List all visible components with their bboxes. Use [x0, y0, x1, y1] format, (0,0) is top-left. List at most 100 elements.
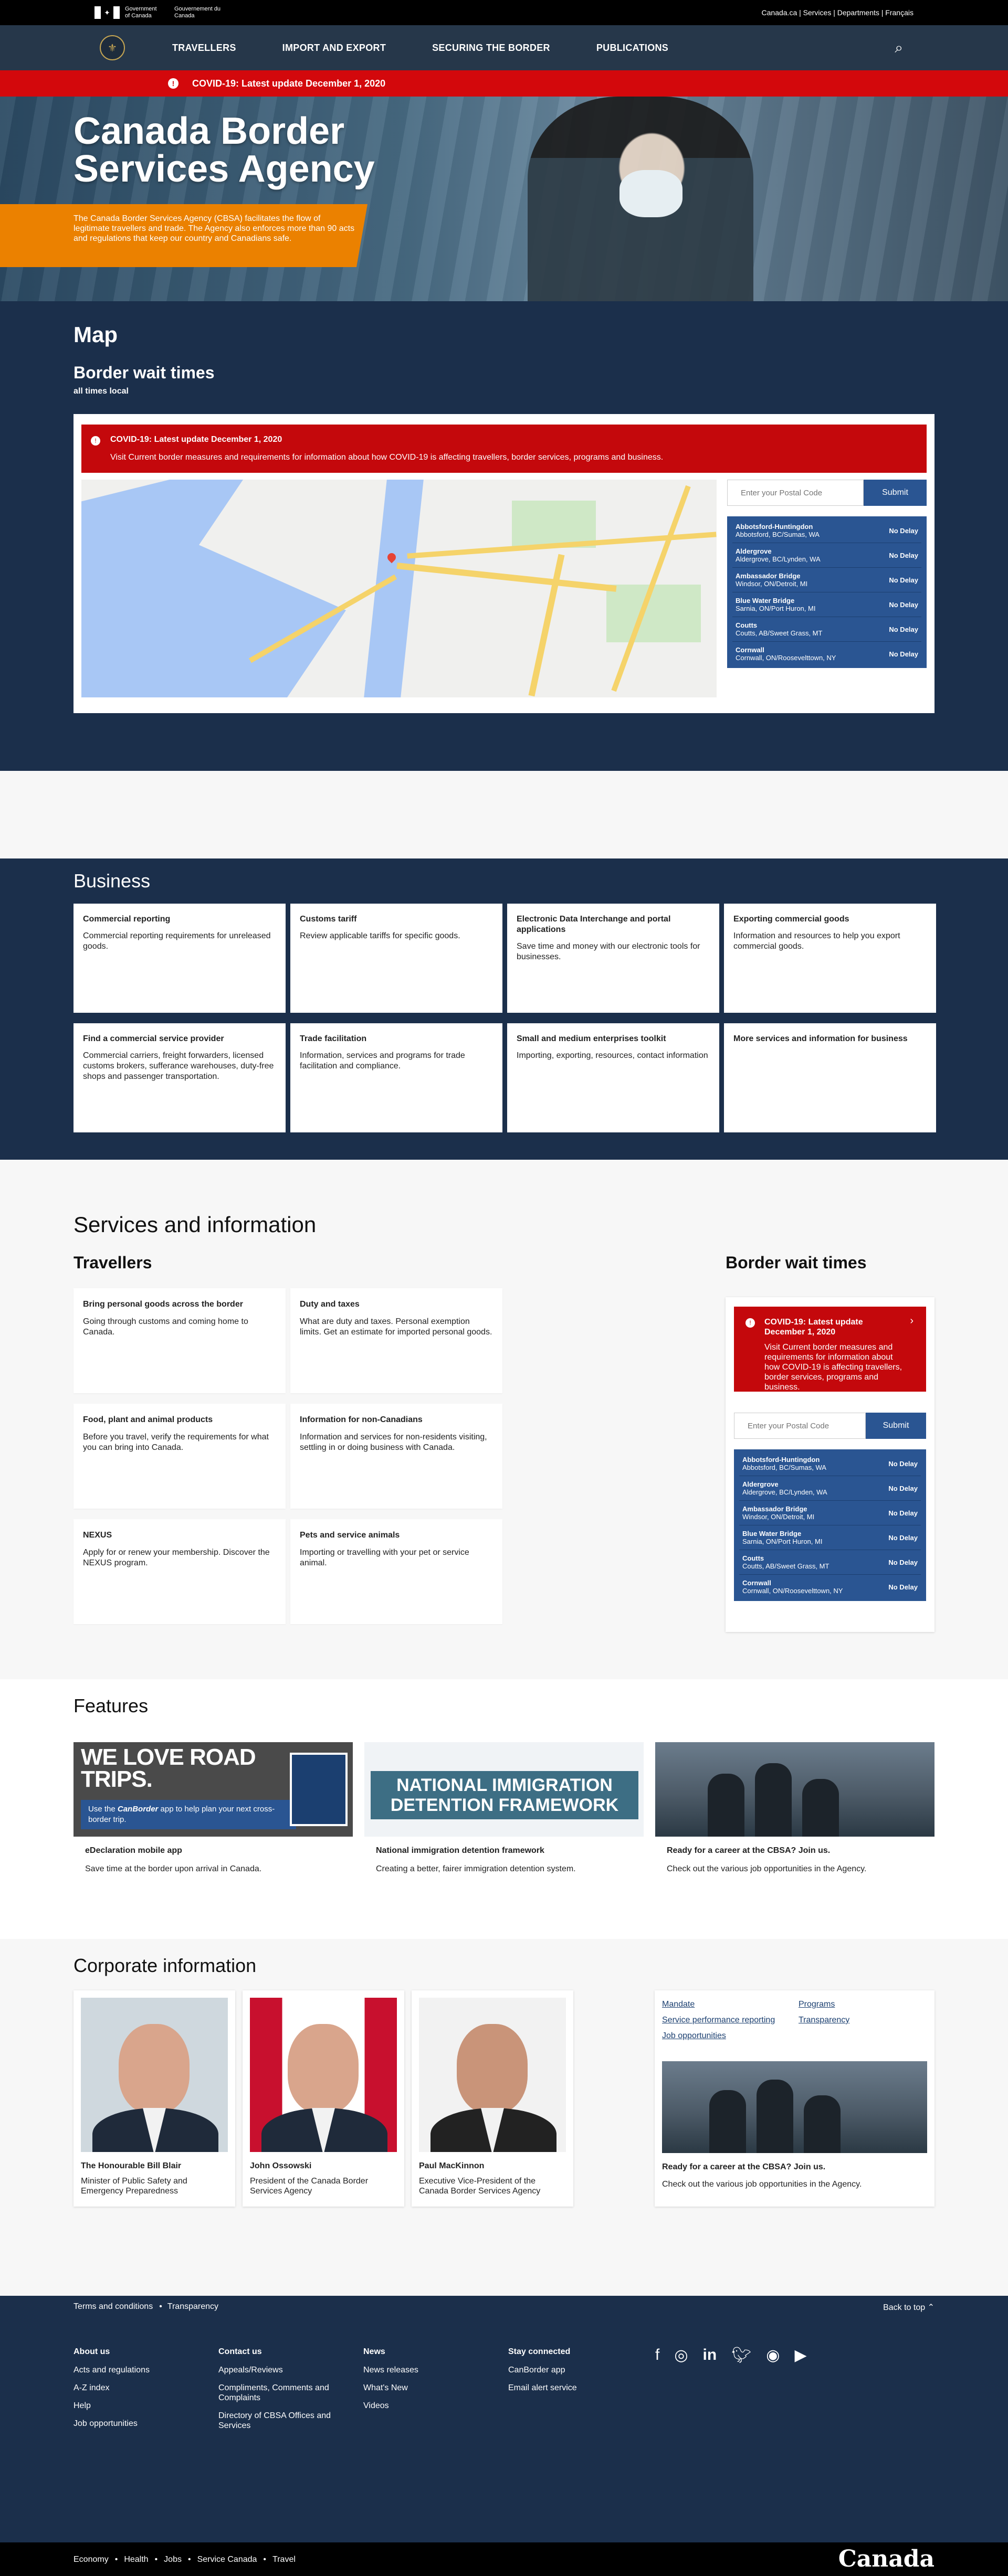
footer-link[interactable]: CanBorder app	[508, 2365, 639, 2375]
footer-bottom-link[interactable]: Jobs	[164, 2555, 182, 2564]
crossing-row[interactable]: Blue Water Bridge Sarnia, ON/Port Huron, …	[739, 1525, 921, 1550]
crossing-row[interactable]: Coutts Coutts, AB/Sweet Grass, MT No Delay	[732, 617, 921, 642]
crossing-row[interactable]: Coutts Coutts, AB/Sweet Grass, MT No Delay	[739, 1550, 921, 1575]
footer-link[interactable]: A-Z index	[74, 2383, 205, 2393]
feature-desc: Save time at the border upon arrival in …	[85, 1864, 262, 1873]
business-card[interactable]: More services and information for busine…	[724, 1023, 936, 1132]
travellers-heading: Travellers	[74, 1253, 152, 1272]
business-card[interactable]: Customs tariff Review applicable tariffs …	[290, 904, 502, 1013]
person-card[interactable]: Paul MacKinnon Executive Vice-President …	[412, 1990, 573, 2207]
business-card-title: Exporting commercial goods	[733, 915, 849, 924]
crossing-row[interactable]: Abbotsford-Huntingdon Abbotsford, BC/Suma…	[739, 1451, 921, 1476]
gc-signature[interactable]: ✦ Government of Canada Gouvernement du C…	[94, 6, 229, 19]
youtube-icon[interactable]: ▶	[794, 2346, 806, 2365]
crossing-row[interactable]: Cornwall Cornwall, ON/Roosevelttown, NY No…	[732, 642, 921, 666]
traveller-card[interactable]: Food, plant and animal products Before yo…	[74, 1404, 286, 1509]
cbsa-crest-icon[interactable]: ⚜	[100, 35, 125, 60]
crossing-location: Abbotsford, BC/Sumas, WA	[742, 1464, 826, 1471]
nav-item-securing-border[interactable]: SECURING THE BORDER	[432, 43, 550, 54]
footer-link[interactable]: Acts and regulations	[74, 2365, 205, 2375]
feature-card-careers[interactable]: Ready for a career at the CBSA? Join us.…	[655, 1742, 934, 1874]
feature-card-edeclaration[interactable]: WE LOVE ROAD TRIPS. Use the CanBorder ap…	[74, 1742, 353, 1874]
search-icon[interactable]: ⌕	[895, 39, 903, 57]
covid-alert-banner[interactable]: ! COVID-19: Latest update December 1, 20…	[0, 70, 1008, 97]
traveller-card[interactable]: Information for non-Canadians Information…	[290, 1404, 502, 1509]
postal-code-input[interactable]	[734, 1413, 866, 1439]
rss-icon[interactable]: ◉	[766, 2346, 780, 2365]
footer-link[interactable]: Directory of CBSA Offices and Services	[218, 2411, 350, 2431]
business-card[interactable]: Find a commercial service provider Commer…	[74, 1023, 286, 1132]
feature-card-detention-framework[interactable]: NATIONAL IMMIGRATION DETENTION FRAMEWORK…	[364, 1742, 644, 1874]
crossings-list: Abbotsford-Huntingdon Abbotsford, BC/Suma…	[727, 516, 927, 668]
feature-title: National immigration detention framework	[376, 1846, 544, 1855]
alert-icon: !	[746, 1318, 755, 1328]
footer-link[interactable]: Help	[74, 2401, 205, 2411]
link-programs[interactable]: Programs	[799, 2000, 904, 2009]
facebook-icon[interactable]: f	[655, 2346, 659, 2365]
crossing-name: Cornwall	[742, 1579, 771, 1587]
business-card[interactable]: Trade facilitation Information, services …	[290, 1023, 502, 1132]
nav-item-travellers[interactable]: TRAVELLERS	[172, 43, 236, 54]
person-card[interactable]: The Honourable Bill Blair Minister of Pu…	[74, 1990, 235, 2207]
footer-terms-link[interactable]: Terms and conditions	[74, 2302, 153, 2311]
crossing-row[interactable]: Aldergrove Aldergrove, BC/Lynden, WA No De…	[739, 1476, 921, 1501]
footer-bottom-link[interactable]: Service Canada	[197, 2555, 257, 2564]
career-title[interactable]: Ready for a career at the CBSA? Join us.	[662, 2162, 825, 2172]
footer-link[interactable]: Job opportunities	[74, 2419, 205, 2429]
submit-button[interactable]: Submit	[866, 1413, 926, 1439]
footer-bottom-link[interactable]: Health	[124, 2555, 148, 2564]
business-card[interactable]: Electronic Data Interchange and portal a…	[507, 904, 719, 1013]
link-transparency[interactable]: Transparency	[799, 2016, 904, 2025]
crossing-status: No Delay	[888, 1558, 918, 1566]
traveller-card[interactable]: Duty and taxes What are duty and taxes. P…	[290, 1288, 502, 1393]
officers-image[interactable]	[662, 2061, 927, 2153]
business-card-desc: Importing, exporting, resources, contact…	[517, 1051, 708, 1060]
footer-link[interactable]: What's New	[363, 2383, 495, 2393]
crossing-status: No Delay	[888, 1459, 918, 1468]
business-card[interactable]: Commercial reporting Commercial reporting…	[74, 904, 286, 1013]
traveller-card[interactable]: NEXUS Apply for or renew your membership.…	[74, 1519, 286, 1624]
footer-transparency-link[interactable]: Transparency	[167, 2302, 218, 2311]
gc-top-links[interactable]: Canada.ca | Services | Departments | Fra…	[762, 8, 914, 17]
traveller-card[interactable]: Pets and service animals Importing or tra…	[290, 1519, 502, 1624]
nav-item-publications[interactable]: PUBLICATIONS	[596, 43, 668, 54]
crossing-row[interactable]: Aldergrove Aldergrove, BC/Lynden, WA No De…	[732, 543, 921, 568]
footer-link[interactable]: News releases	[363, 2365, 495, 2375]
back-to-top-link[interactable]: Back to top ⌃	[883, 2302, 934, 2313]
map-covid-alert[interactable]: ! COVID-19: Latest update December 1, 20…	[81, 425, 927, 473]
border-map[interactable]	[81, 480, 717, 697]
submit-button[interactable]: Submit	[864, 480, 927, 506]
footer-bottom-link[interactable]: Travel	[272, 2555, 296, 2564]
link-job-opportunities[interactable]: Job opportunities	[662, 2031, 799, 2041]
gc-signature-en: Government of Canada	[125, 6, 157, 19]
covid-alert-text: COVID-19: Latest update December 1, 2020	[192, 78, 386, 89]
crossing-row[interactable]: Cornwall Cornwall, ON/Roosevelttown, NY No…	[739, 1575, 921, 1599]
border-wait-heading: Border wait times	[74, 363, 215, 382]
crossing-name: Blue Water Bridge	[736, 597, 795, 605]
crossing-status: No Delay	[888, 1583, 918, 1591]
instagram-icon[interactable]: ◎	[674, 2346, 688, 2365]
link-service-performance[interactable]: Service performance reporting	[662, 2016, 799, 2025]
footer-link[interactable]: Appeals/Reviews	[218, 2365, 350, 2375]
footer-link[interactable]: Videos	[363, 2401, 495, 2411]
crossing-row[interactable]: Ambassador Bridge Windsor, ON/Detroit, MI…	[732, 568, 921, 592]
business-card-desc: Information, services and programs for t…	[300, 1051, 465, 1070]
crossings-list: Abbotsford-Huntingdon Abbotsford, BC/Suma…	[734, 1449, 926, 1601]
map-alert-title: COVID-19: Latest update December 1, 2020	[110, 435, 282, 444]
business-card[interactable]: Exporting commercial goods Information an…	[724, 904, 936, 1013]
side-covid-alert[interactable]: ! › COVID-19: Latest update December 1, …	[734, 1307, 926, 1392]
footer-link[interactable]: Compliments, Comments and Complaints	[218, 2383, 350, 2403]
business-card[interactable]: Small and medium enterprises toolkit Impo…	[507, 1023, 719, 1132]
postal-code-input[interactable]	[727, 480, 864, 506]
crossing-row[interactable]: Ambassador Bridge Windsor, ON/Detroit, MI…	[739, 1501, 921, 1525]
footer-link[interactable]: Email alert service	[508, 2383, 639, 2393]
footer-bottom-link[interactable]: Economy	[74, 2555, 109, 2564]
traveller-card[interactable]: Bring personal goods across the border Go…	[74, 1288, 286, 1393]
crossing-row[interactable]: Blue Water Bridge Sarnia, ON/Port Huron, …	[732, 592, 921, 617]
twitter-icon[interactable]: 🐦︎	[731, 2346, 751, 2365]
crossing-row[interactable]: Abbotsford-Huntingdon Abbotsford, BC/Suma…	[732, 518, 921, 543]
linkedin-icon[interactable]: in	[703, 2346, 717, 2365]
nav-item-import-export[interactable]: IMPORT AND EXPORT	[282, 43, 386, 54]
link-mandate[interactable]: Mandate	[662, 2000, 799, 2009]
person-card[interactable]: John Ossowski President of the Canada Bo…	[243, 1990, 404, 2207]
